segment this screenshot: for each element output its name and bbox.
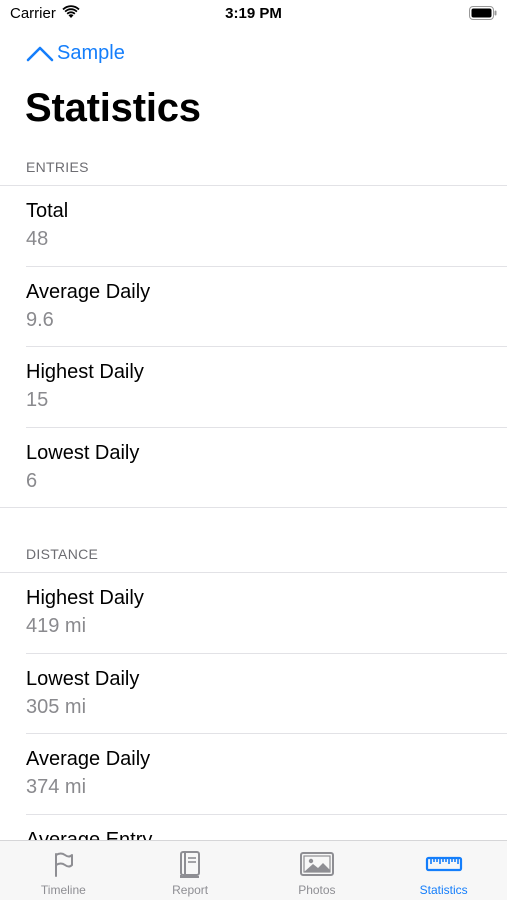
- row-value: 48: [26, 228, 49, 250]
- tab-timeline[interactable]: Timeline: [0, 841, 127, 900]
- distance-section: DISTANCE Highest Daily 419 mi Lowest Dai…: [0, 537, 507, 840]
- tab-label: Statistics: [419, 883, 468, 897]
- section-header-distance: DISTANCE: [0, 537, 507, 573]
- list-item: Lowest Daily 305 mi: [0, 654, 507, 735]
- tab-label: Timeline: [40, 883, 86, 897]
- list-item: Total 48: [0, 186, 507, 267]
- page-title: Statistics: [25, 86, 201, 130]
- book-icon: [180, 851, 201, 878]
- list-item: Highest Daily 15: [0, 347, 507, 428]
- back-button[interactable]: Sample: [26, 40, 125, 66]
- list-item: Average Entry: [0, 815, 507, 841]
- back-button-label: Sample: [57, 41, 125, 64]
- battery-icon: [469, 6, 497, 25]
- chevron-up-icon: [26, 46, 54, 62]
- tab-report[interactable]: Report: [127, 841, 254, 900]
- entries-section: ENTRIES Total 48 Average Daily 9.6 Highe…: [0, 150, 507, 508]
- row-label: Average Entry: [26, 828, 153, 841]
- row-value: 419 mi: [26, 615, 87, 637]
- row-label: Total: [26, 200, 69, 222]
- row-label: Average Daily: [26, 280, 151, 303]
- section-header-entries: ENTRIES: [0, 150, 507, 186]
- row-value: 305 mi: [26, 695, 87, 718]
- row-value: 15: [26, 389, 49, 411]
- tab-label: Photos: [298, 883, 336, 897]
- photo-icon: [299, 852, 334, 876]
- row-label: Highest Daily: [26, 361, 144, 383]
- status-bar: Carrier 3:19 PM: [0, 0, 507, 30]
- row-label: Lowest Daily: [26, 667, 140, 690]
- row-value: 374 mi: [26, 776, 87, 798]
- tab-label: Report: [172, 883, 209, 897]
- row-label: Lowest Daily: [26, 441, 140, 464]
- row-value: 9.6: [26, 308, 54, 331]
- tab-statistics[interactable]: Statistics: [380, 841, 507, 900]
- statistics-list[interactable]: ENTRIES Total 48 Average Daily 9.6 Highe…: [0, 150, 507, 840]
- ruler-icon: [425, 856, 462, 872]
- status-time: 3:19 PM: [225, 5, 282, 22]
- flag-icon: [55, 852, 74, 877]
- row-label: Highest Daily: [26, 587, 144, 609]
- list-item: Lowest Daily 6: [0, 428, 507, 509]
- row-value: 6: [26, 469, 38, 492]
- list-item: Average Daily 374 mi: [0, 734, 507, 815]
- list-item: Average Daily 9.6: [0, 267, 507, 348]
- tab-photos[interactable]: Photos: [254, 841, 381, 900]
- list-item: Highest Daily 419 mi: [0, 573, 507, 654]
- row-label: Average Daily: [26, 748, 151, 770]
- tab-bar: Timeline Report Photos Statistics: [0, 840, 507, 900]
